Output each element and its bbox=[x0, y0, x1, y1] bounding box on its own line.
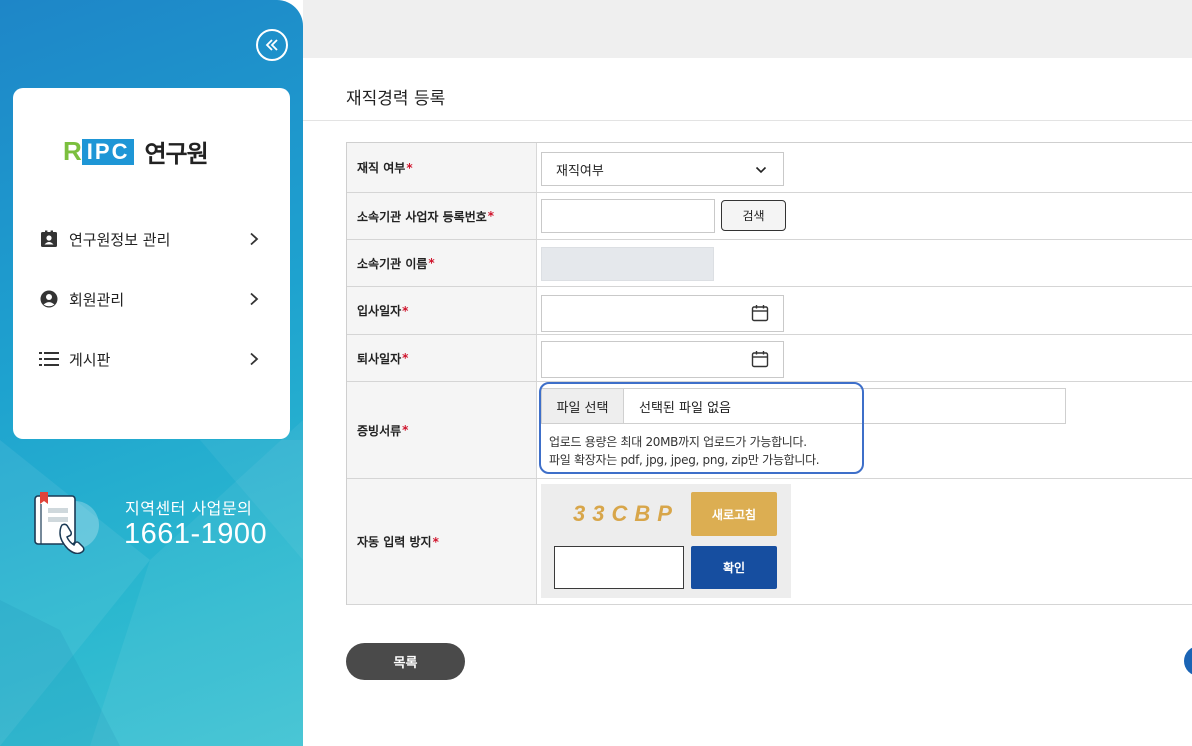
file-select-button[interactable]: 파일 선택 bbox=[542, 389, 624, 423]
required-mark: * bbox=[402, 423, 409, 437]
sidebar-item-label: 회원관리 bbox=[69, 290, 125, 309]
captcha-confirm-button[interactable]: 확인 bbox=[691, 546, 777, 589]
chevron-right-icon bbox=[247, 352, 261, 366]
field-cell bbox=[537, 287, 1192, 334]
logo-letter: R bbox=[63, 136, 82, 166]
page-title: 재직경력 등록 bbox=[346, 89, 446, 109]
label-text: 자동 입력 방지 bbox=[357, 535, 432, 549]
organization-name-field bbox=[541, 247, 714, 281]
calendar-icon[interactable] bbox=[751, 350, 769, 368]
field-label: 자동 입력 방지 * bbox=[347, 479, 537, 604]
row-employment-status: 재직 여부 * 재직여부 bbox=[347, 143, 1192, 193]
field-cell: 33CBP 새로고침 확인 bbox=[537, 479, 1192, 604]
search-button[interactable]: 검색 bbox=[721, 200, 786, 231]
field-label: 증빙서류 * bbox=[347, 382, 537, 478]
brand: R IPC 연구원 bbox=[63, 134, 209, 169]
label-text: 증빙서류 bbox=[357, 423, 402, 438]
submit-button-edge[interactable] bbox=[1184, 646, 1192, 676]
field-cell: 검색 bbox=[537, 193, 1192, 239]
upload-size-note: 업로드 용량은 최대 20MB까지 업로드가 가능합니다. bbox=[549, 435, 807, 449]
row-business-number: 소속기관 사업자 등록번호 * 검색 bbox=[347, 193, 1192, 240]
user-circle-icon bbox=[39, 289, 59, 309]
logo-box-text: IPC bbox=[81, 138, 135, 165]
file-status-text: 선택된 파일 없음 bbox=[639, 400, 731, 416]
file-upload-field[interactable]: 파일 선택 선택된 파일 없음 bbox=[541, 388, 1066, 424]
label-text: 소속기관 이름 bbox=[357, 256, 428, 271]
row-evidence-documents: 증빙서류 * 파일 선택 선택된 파일 없음 업로드 용량은 최대 20MB까지 … bbox=[347, 382, 1192, 479]
sidebar-item-board[interactable]: 게시판 bbox=[39, 344, 261, 374]
field-label: 퇴사일자 * bbox=[347, 335, 537, 381]
sidebar-item-members[interactable]: 회원관리 bbox=[39, 284, 261, 314]
contact-info: 지역센터 사업문의 1661-1900 bbox=[32, 490, 282, 560]
sidebar-item-label: 연구원정보 관리 bbox=[69, 230, 171, 249]
field-cell: 파일 선택 선택된 파일 없음 업로드 용량은 최대 20MB까지 업로드가 가… bbox=[537, 382, 1192, 478]
contact-label: 지역센터 사업문의 bbox=[125, 499, 253, 518]
ripc-logo: R IPC bbox=[63, 136, 135, 167]
captcha-image: 33CBP bbox=[573, 501, 679, 526]
captcha-panel: 33CBP 새로고침 확인 bbox=[541, 484, 791, 598]
calendar-icon[interactable] bbox=[751, 304, 769, 322]
career-registration-form: 재직 여부 * 재직여부 소속기관 사업자 등록번호 * 검색 소속기관 이름 * 입… bbox=[346, 142, 1192, 605]
required-mark: * bbox=[487, 209, 495, 223]
required-mark: * bbox=[402, 351, 409, 365]
label-text: 퇴사일자 bbox=[357, 351, 402, 366]
upload-extension-note: 파일 확장자는 pdf, jpg, jpeg, png, zip만 가능합니다. bbox=[549, 453, 820, 467]
captcha-input[interactable] bbox=[554, 546, 684, 589]
phone-book-icon bbox=[34, 492, 99, 554]
required-mark: * bbox=[406, 160, 413, 175]
sidebar-collapse-button[interactable] bbox=[256, 29, 288, 61]
chevron-down-icon bbox=[755, 166, 767, 174]
double-chevron-left-icon bbox=[265, 39, 278, 51]
field-cell bbox=[537, 240, 1192, 286]
join-date-input[interactable] bbox=[541, 295, 784, 332]
required-mark: * bbox=[432, 534, 439, 549]
chevron-right-icon bbox=[247, 232, 261, 246]
select-value: 재직여부 bbox=[556, 163, 604, 179]
field-label: 소속기관 이름 * bbox=[347, 240, 537, 286]
sidebar-nav-card: R IPC 연구원 연구원정보 관리 회원관리 게시판 bbox=[13, 88, 290, 439]
business-number-input[interactable] bbox=[541, 199, 715, 233]
brand-name: 연구원 bbox=[144, 140, 208, 168]
field-label: 소속기관 사업자 등록번호 * bbox=[347, 193, 537, 239]
chevron-right-icon bbox=[247, 292, 261, 306]
label-text: 입사일자 bbox=[357, 304, 402, 318]
required-mark: * bbox=[428, 256, 435, 270]
sidebar-item-researcher-info[interactable]: 연구원정보 관리 bbox=[39, 224, 261, 254]
list-button[interactable]: 목록 bbox=[346, 643, 465, 680]
field-label: 재직 여부 * bbox=[347, 143, 537, 192]
id-card-icon bbox=[39, 229, 59, 249]
title-divider bbox=[303, 120, 1192, 121]
sidebar: R IPC 연구원 연구원정보 관리 회원관리 게시판 지역센터 사업문의 16… bbox=[0, 0, 303, 746]
field-cell bbox=[537, 335, 1192, 381]
label-text: 소속기관 사업자 등록번호 bbox=[357, 209, 487, 224]
row-captcha: 자동 입력 방지 * 33CBP 새로고침 확인 bbox=[347, 479, 1192, 605]
required-mark: * bbox=[402, 303, 409, 318]
captcha-refresh-button[interactable]: 새로고침 bbox=[691, 492, 777, 536]
list-icon bbox=[39, 349, 59, 369]
label-text: 재직 여부 bbox=[357, 161, 406, 175]
row-leave-date: 퇴사일자 * bbox=[347, 335, 1192, 382]
row-join-date: 입사일자 * bbox=[347, 287, 1192, 335]
leave-date-input[interactable] bbox=[541, 341, 784, 378]
row-organization-name: 소속기관 이름 * bbox=[347, 240, 1192, 287]
employment-status-select[interactable]: 재직여부 bbox=[541, 152, 784, 186]
top-bar bbox=[303, 0, 1192, 58]
field-cell: 재직여부 bbox=[537, 143, 1192, 192]
sidebar-item-label: 게시판 bbox=[69, 350, 111, 369]
contact-phone-number: 1661-1900 bbox=[124, 518, 268, 550]
upload-help-text: 업로드 용량은 최대 20MB까지 업로드가 가능합니다. 파일 확장자는 pd… bbox=[549, 433, 820, 469]
field-label: 입사일자 * bbox=[347, 287, 537, 334]
